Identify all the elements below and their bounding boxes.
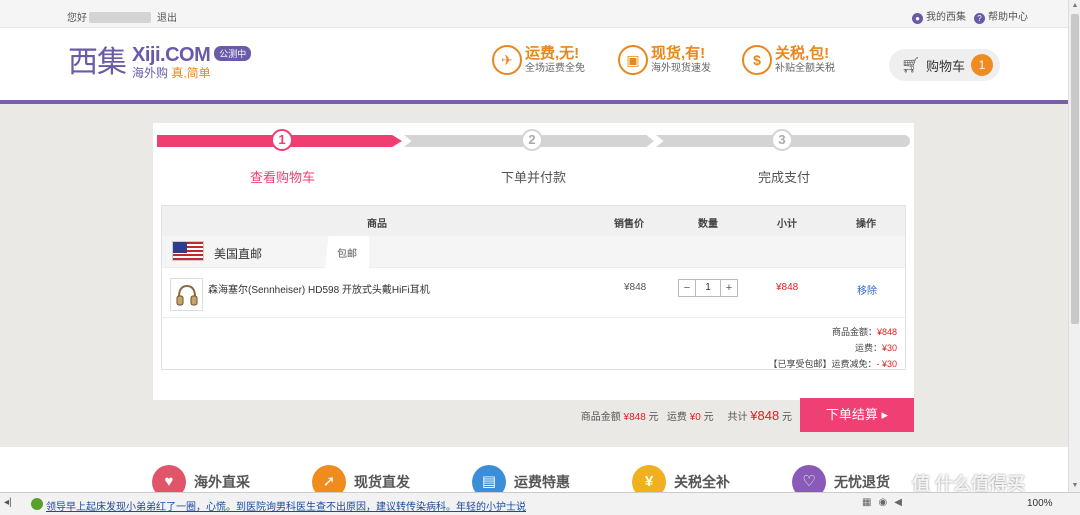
us-flag-icon — [172, 241, 204, 261]
scroll-thumb[interactable] — [1071, 14, 1079, 324]
vertical-scrollbar[interactable]: ▲ ▼ — [1068, 0, 1080, 492]
shipping-group-row: 美国直邮 包邮 — [162, 236, 905, 268]
headphones-icon — [176, 284, 197, 305]
help-icon: ? — [974, 13, 985, 24]
box-icon: ▣ — [618, 45, 648, 75]
cart-table: 商品 销售价 数量 小计 操作 美国直邮 包邮 森海塞尔(Sennheiser)… — [161, 205, 906, 370]
col-subtotal: 小计 — [777, 219, 797, 230]
user-icon: ● — [912, 13, 923, 24]
product-subtotal: ¥848 — [776, 282, 799, 293]
blurred-username — [89, 12, 151, 23]
scroll-up-arrow-icon[interactable]: ▲ — [1070, 0, 1080, 12]
slogan: 海外购 真,简单 — [132, 66, 211, 80]
scroll-left-icon[interactable]: ◂| — [4, 497, 12, 508]
site-header: 西集 Xiji.COM 公测中 海外购 真,简单 ✈ 运费,无! 全场运费全免 ▣ … — [0, 29, 1068, 104]
beta-badge: 公测中 — [214, 46, 252, 61]
browser-status-bar: ◂| 领导早上起床发现小弟弟红了一圈，心慌。到医院询男科医生查不出原因，建议转传… — [0, 492, 1080, 515]
feature-in-stock: ▣ 现货,有! 海外现货速发 — [618, 45, 711, 75]
col-product: 商品 — [367, 219, 387, 230]
feature-free-shipping: ✈ 运费,无! 全场运费全免 — [492, 45, 585, 75]
zoom-level[interactable]: 100% — [1027, 498, 1053, 509]
step-3-label: 完成支付 — [758, 170, 811, 185]
quantity-stepper: − 1 + — [678, 279, 738, 297]
free-shipping-tag: 包邮 — [325, 236, 369, 268]
scroll-down-arrow-icon[interactable]: ▼ — [1070, 480, 1080, 492]
checkout-totals: 商品金额 ¥848 元 运费 ¥0 元 共计 ¥848 元 — [580, 408, 792, 423]
cart-panel: 1 2 3 查看购物车 下单并付款 完成支付 商品 销售价 数量 小计 操作 美… — [153, 123, 914, 432]
plane-icon: ✈ — [492, 45, 522, 75]
remove-link[interactable]: 移除 — [857, 282, 877, 297]
product-thumbnail[interactable] — [170, 278, 203, 311]
coin-icon: $ — [742, 45, 772, 75]
logo-cn: 西集 — [68, 45, 127, 80]
news-icon — [31, 498, 43, 510]
checkout-button[interactable]: 下单结算 ▸ — [800, 398, 914, 432]
product-name-link[interactable]: 森海塞尔(Sennheiser) HD598 开放式头戴HiFi耳机 — [208, 281, 430, 296]
col-price: 销售价 — [614, 219, 644, 230]
my-account-link[interactable]: ● 我的西集 — [912, 8, 966, 24]
globe-icon: ◉ — [878, 497, 888, 508]
table-row: 森海塞尔(Sennheiser) HD598 开放式头戴HiFi耳机 ¥848 … — [162, 268, 905, 318]
grand-total: ¥848 — [750, 408, 780, 423]
news-ticker-link[interactable]: 领导早上起床发现小弟弟红了一圈，心慌。到医院询男科医生查不出原因，建议转传染病科… — [46, 498, 526, 513]
service-features: ♥ 海外直采 ➚ 现货直发 ▤ 运费特惠 ¥ 关税全补 ♡ 无忧退货 — [0, 447, 1068, 499]
top-bar: 您好 退出 ● 我的西集 ? 帮助中心 — [0, 0, 1068, 28]
table-header: 商品 销售价 数量 小计 操作 — [162, 206, 905, 236]
status-icons: ▦ ◉ ◀ — [862, 497, 902, 508]
order-summary: 商品金额：¥848 运费：¥30 【已享受包邮】运费减免：- ¥30 — [768, 327, 897, 369]
product-price: ¥848 — [624, 282, 647, 293]
qty-increase-button[interactable]: + — [721, 280, 737, 296]
help-center-link[interactable]: ? 帮助中心 — [974, 8, 1028, 24]
qty-input[interactable]: 1 — [695, 280, 721, 296]
step-2-label: 下单并付款 — [501, 170, 567, 185]
step-1-label: 查看购物车 — [250, 170, 316, 185]
cart-count-badge: 1 — [971, 54, 993, 76]
logo-en: Xiji.COM — [132, 44, 211, 66]
speaker-icon: ◀ — [894, 497, 902, 508]
checkout-bar: 商品金额 ¥848 元 运费 ¥0 元 共计 ¥848 元 下单结算 ▸ — [153, 398, 914, 432]
cart-icon: 🛒︎ — [901, 57, 921, 74]
col-qty: 数量 — [698, 219, 718, 230]
main-content: 1 2 3 查看购物车 下单并付款 完成支付 商品 销售价 数量 小计 操作 美… — [0, 104, 1068, 447]
step-2-number: 2 — [521, 129, 543, 151]
site-logo[interactable]: 西集 Xiji.COM 公测中 海外购 真,简单 — [68, 44, 252, 82]
checkout-steps: 1 2 3 查看购物车 下单并付款 完成支付 — [157, 129, 910, 185]
group-name: 美国直邮 — [214, 247, 263, 261]
qty-decrease-button[interactable]: − — [679, 280, 695, 296]
grid-icon: ▦ — [862, 497, 872, 508]
cart-button[interactable]: 🛒︎ 购物车 1 — [889, 49, 1000, 81]
col-action: 操作 — [856, 219, 876, 230]
greeting: 您好 退出 — [67, 12, 177, 24]
logout-link[interactable]: 退出 — [157, 13, 177, 24]
step-3-number: 3 — [771, 129, 793, 151]
step-1-number: 1 — [271, 129, 293, 151]
feature-tax-covered: $ 关税,包! 补贴全额关税 — [742, 45, 835, 75]
